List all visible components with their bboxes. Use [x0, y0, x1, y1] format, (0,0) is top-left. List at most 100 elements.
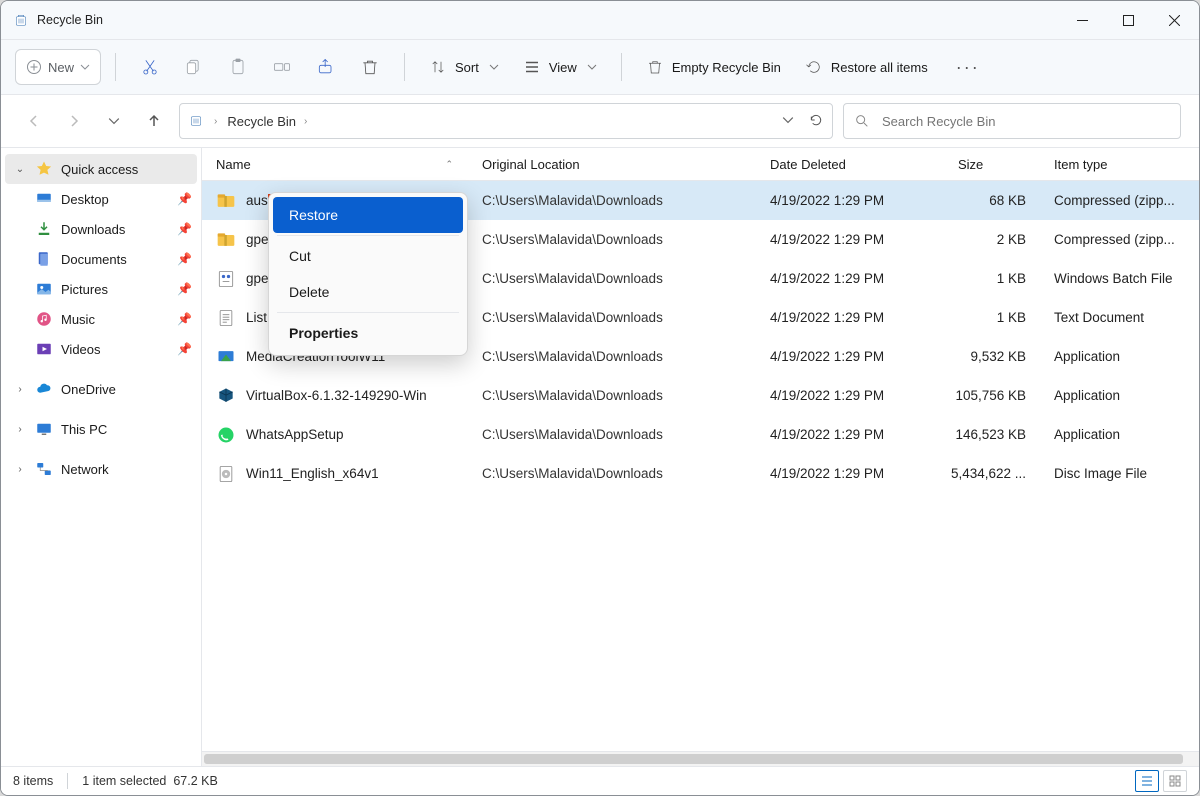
toolbar-separator	[621, 53, 622, 81]
view-button[interactable]: View	[513, 47, 607, 87]
new-button[interactable]: New	[15, 49, 101, 85]
chevron-right-icon: ›	[212, 116, 219, 127]
ellipsis-icon: ···	[956, 57, 980, 78]
explorer-window: Recycle Bin New	[0, 0, 1200, 796]
copy-button[interactable]	[174, 47, 214, 87]
context-menu-item-properties[interactable]: Properties	[273, 315, 463, 351]
empty-recycle-bin-button[interactable]: Empty Recycle Bin	[636, 47, 791, 87]
column-headers: Name ⌃ Original Location Date Deleted Si…	[202, 148, 1199, 181]
file-row[interactable]: Win11_English_x64v1C:\Users\Malavida\Dow…	[202, 454, 1199, 493]
restore-all-button[interactable]: Restore all items	[795, 47, 938, 87]
context-menu-separator	[277, 235, 459, 236]
sidebar-item-music[interactable]: Music📌	[5, 304, 197, 334]
wa-file-icon	[216, 425, 236, 445]
horizontal-scrollbar[interactable]	[202, 751, 1199, 766]
file-date-deleted: 4/19/2022 1:29 PM	[756, 310, 944, 325]
more-button[interactable]: ···	[948, 47, 988, 87]
nav-forward-button[interactable]	[59, 106, 89, 136]
nav-recent-button[interactable]	[99, 106, 129, 136]
delete-button[interactable]	[350, 47, 390, 87]
column-header-item-type[interactable]: Item type	[1040, 157, 1199, 172]
rename-button[interactable]	[262, 47, 302, 87]
txt-file-icon	[216, 308, 236, 328]
column-header-original-location[interactable]: Original Location	[468, 157, 756, 172]
column-header-size[interactable]: Size	[944, 157, 1040, 172]
close-button[interactable]	[1151, 2, 1197, 38]
nav-up-button[interactable]	[139, 106, 169, 136]
new-label: New	[48, 60, 74, 75]
file-size: 68 KB	[944, 193, 1040, 208]
sidebar-quick-access[interactable]: ⌄ Quick access	[5, 154, 197, 184]
file-item-type: Application	[1040, 427, 1199, 442]
chevron-down-icon	[80, 62, 90, 72]
sidebar-item-pictures[interactable]: Pictures📌	[5, 274, 197, 304]
search-input[interactable]	[880, 113, 1170, 130]
file-row[interactable]: VirtualBox-6.1.32-149290-WinC:\Users\Mal…	[202, 376, 1199, 415]
sidebar-this-pc[interactable]: › This PC	[5, 414, 197, 444]
sidebar-item-videos[interactable]: Videos📌	[5, 334, 197, 364]
chevron-down-icon	[489, 62, 499, 72]
sidebar-item-label: Network	[61, 462, 191, 477]
search-icon	[854, 113, 870, 129]
zip-file-icon	[216, 230, 236, 250]
refresh-button[interactable]	[808, 112, 824, 131]
file-size: 146,523 KB	[944, 427, 1040, 442]
file-location: C:\Users\Malavida\Downloads	[468, 193, 756, 208]
chevron-down-icon: ⌄	[13, 164, 27, 175]
vbox-file-icon	[216, 386, 236, 406]
file-size: 1 KB	[944, 271, 1040, 286]
file-item-type: Application	[1040, 349, 1199, 364]
context-menu-item-cut[interactable]: Cut	[273, 238, 463, 274]
column-header-name[interactable]: Name ⌃	[202, 157, 468, 172]
plus-circle-icon	[26, 59, 42, 75]
file-date-deleted: 4/19/2022 1:29 PM	[756, 466, 944, 481]
status-item-count: 8 items	[13, 774, 53, 788]
cut-button[interactable]	[130, 47, 170, 87]
details-view-button[interactable]	[1135, 770, 1159, 792]
search-box[interactable]	[843, 103, 1181, 139]
context-menu-item-restore[interactable]: Restore	[273, 197, 463, 233]
file-location: C:\Users\Malavida\Downloads	[468, 427, 756, 442]
sidebar-onedrive[interactable]: › OneDrive	[5, 374, 197, 404]
sort-label: Sort	[455, 60, 479, 75]
file-row[interactable]: WhatsAppSetupC:\Users\Malavida\Downloads…	[202, 415, 1199, 454]
thumbnails-view-button[interactable]	[1163, 770, 1187, 792]
scissors-icon	[140, 57, 160, 77]
file-date-deleted: 4/19/2022 1:29 PM	[756, 388, 944, 403]
restore-icon	[805, 58, 823, 76]
chevron-right-icon: ›	[302, 116, 309, 127]
recycle-bin-icon	[188, 112, 204, 131]
address-dropdown-button[interactable]	[782, 114, 794, 129]
context-menu-item-delete[interactable]: Delete	[273, 274, 463, 310]
app1-file-icon	[216, 347, 236, 367]
share-button[interactable]	[306, 47, 346, 87]
maximize-button[interactable]	[1105, 2, 1151, 38]
file-name: Win11_English_x64v1	[246, 466, 379, 481]
trash-icon	[646, 58, 664, 76]
view-label: View	[549, 60, 577, 75]
paste-button[interactable]	[218, 47, 258, 87]
file-name: List	[246, 310, 267, 325]
nav-back-button[interactable]	[19, 106, 49, 136]
scroll-thumb[interactable]	[204, 754, 1183, 764]
address-bar[interactable]: › Recycle Bin ›	[179, 103, 833, 139]
sidebar-item-documents[interactable]: Documents📌	[5, 244, 197, 274]
file-item-type: Compressed (zipp...	[1040, 193, 1199, 208]
sidebar-item-downloads[interactable]: Downloads📌	[5, 214, 197, 244]
pin-icon: 📌	[177, 222, 191, 236]
file-location: C:\Users\Malavida\Downloads	[468, 271, 756, 286]
column-header-date-deleted[interactable]: Date Deleted	[756, 157, 944, 172]
pin-icon: 📌	[177, 342, 191, 356]
sidebar-item-desktop[interactable]: Desktop📌	[5, 184, 197, 214]
file-date-deleted: 4/19/2022 1:29 PM	[756, 271, 944, 286]
sort-button[interactable]: Sort	[419, 47, 509, 87]
address-segment[interactable]: Recycle Bin ›	[227, 114, 309, 129]
address-label: Recycle Bin	[227, 114, 296, 129]
navigation-bar: › Recycle Bin ›	[1, 95, 1199, 148]
file-date-deleted: 4/19/2022 1:29 PM	[756, 193, 944, 208]
minimize-button[interactable]	[1059, 2, 1105, 38]
pin-icon: 📌	[177, 252, 191, 266]
status-separator	[67, 773, 68, 789]
copy-icon	[184, 57, 204, 77]
sidebar-network[interactable]: › Network	[5, 454, 197, 484]
